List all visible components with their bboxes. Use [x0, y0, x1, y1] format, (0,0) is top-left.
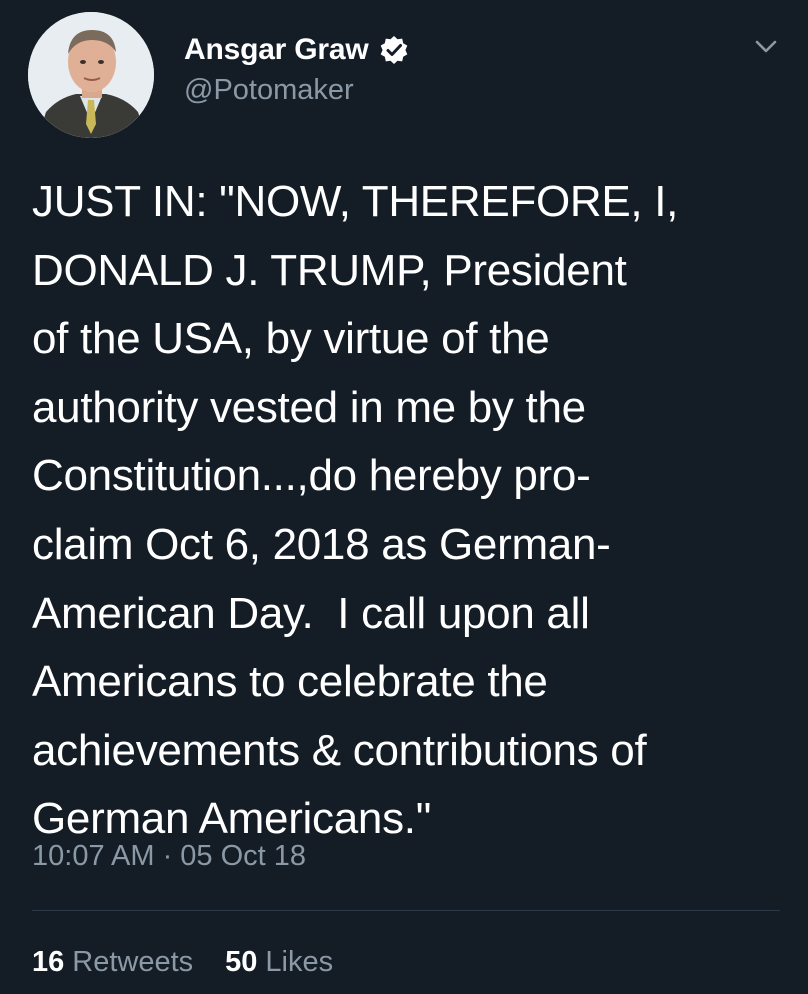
- author-display-name[interactable]: Ansgar Graw: [184, 33, 369, 67]
- likes-label: Likes: [265, 946, 334, 978]
- retweets-label: Retweets: [72, 946, 194, 978]
- name-row: Ansgar Graw: [184, 30, 409, 70]
- tweet-text-line: American Day. I call upon all: [32, 588, 590, 638]
- tweet-text-line: DONALD J. TRUMP, President: [32, 245, 627, 295]
- retweets-stat[interactable]: 16 Retweets: [32, 946, 193, 979]
- retweets-count: 16: [32, 946, 65, 978]
- tweet-text-line: claim Oct 6, 2018 as German-: [32, 519, 611, 569]
- tweet-text-line: authority vested in me by the: [32, 382, 586, 432]
- tweet-stats: 16 Retweets 50 Likes: [32, 946, 365, 979]
- tweet-text-line: Constitution...,do hereby pro-: [32, 451, 591, 501]
- divider: [32, 910, 780, 911]
- tweet-text-line: JUST IN: "NOW, THEREFORE, I,: [32, 177, 679, 226]
- tweet-text-line: Americans to celebrate the: [32, 657, 548, 707]
- avatar-photo-icon: [28, 12, 154, 138]
- likes-count: 50: [225, 946, 258, 978]
- tweet-text-line: of the USA, by virtue of the: [32, 314, 550, 364]
- author-avatar[interactable]: [28, 12, 154, 138]
- verified-badge-icon: [379, 35, 409, 65]
- author-header: Ansgar Graw @Potomaker: [184, 30, 409, 107]
- chevron-down-icon[interactable]: [752, 32, 780, 60]
- tweet-text: JUST IN: "NOW, THEREFORE, I, DONALD J. T…: [32, 168, 792, 854]
- tweet-text-line: achievements & contributions of: [32, 725, 647, 775]
- author-handle[interactable]: @Potomaker: [184, 74, 409, 107]
- likes-stat[interactable]: 50 Likes: [225, 946, 333, 979]
- tweet-timestamp[interactable]: 10:07 AM · 05 Oct 18: [32, 840, 306, 873]
- tweet-card: Ansgar Graw @Potomaker JUST IN: "NOW, TH…: [0, 0, 808, 994]
